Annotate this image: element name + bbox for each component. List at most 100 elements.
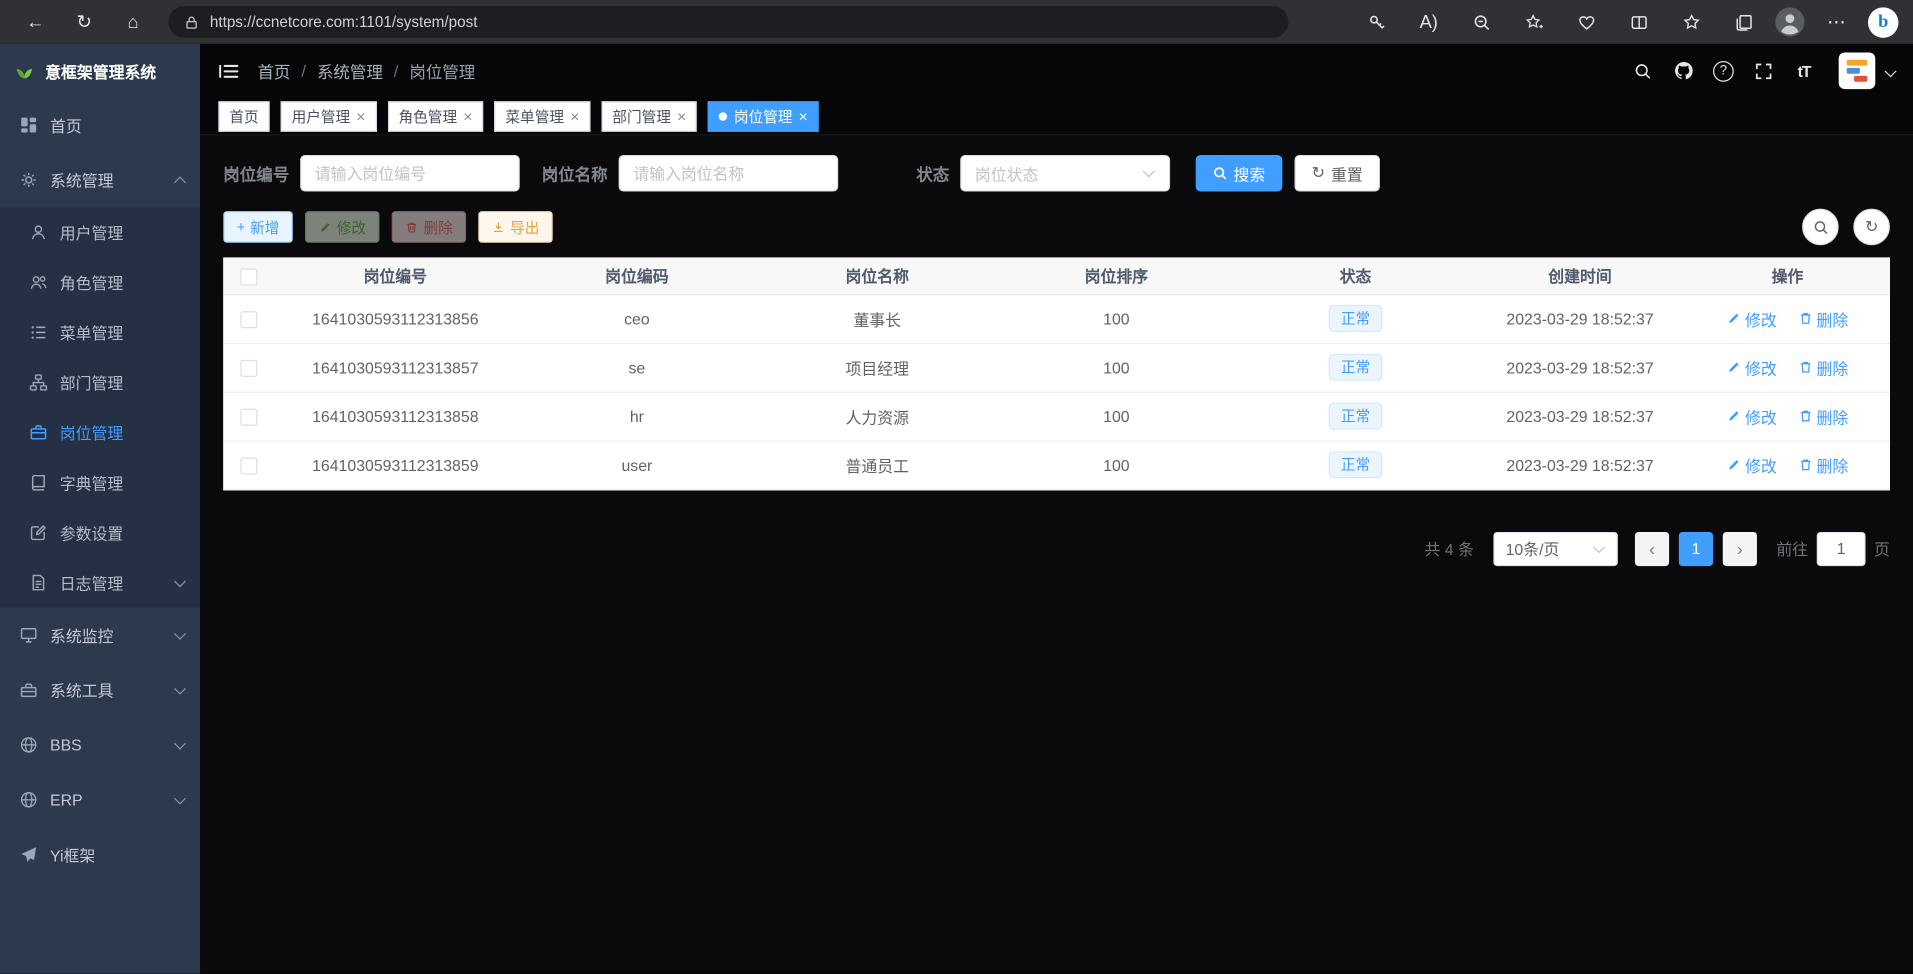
delete-button[interactable]: 删除 <box>392 211 466 243</box>
search-form: 岗位编号 岗位名称 状态 岗位状态 搜索 ↻ 重置 <box>223 155 1890 192</box>
read-aloud-icon[interactable]: A) <box>1408 5 1449 39</box>
site-lock-icon[interactable] <box>184 14 199 30</box>
row-edit-button[interactable]: 修改 <box>1727 404 1777 427</box>
tab-dept-mgmt[interactable]: 部门管理 × <box>601 101 697 132</box>
browser-address-bar[interactable]: https://ccnetcore.com:1101/system/post <box>168 6 1288 38</box>
table-row[interactable]: 1641030593112313858 hr 人力资源 100 正常 2023-… <box>223 392 1890 441</box>
sidebar-item-menu-mgmt[interactable]: 菜单管理 <box>0 307 200 357</box>
header-search-icon[interactable] <box>1625 53 1660 88</box>
page-1-button[interactable]: 1 <box>1679 531 1713 565</box>
chevron-down-icon <box>174 575 186 587</box>
sidebar-item-log-mgmt[interactable]: 日志管理 <box>0 558 200 608</box>
browser-more-menu-icon[interactable]: ⋯ <box>1816 5 1857 39</box>
row-checkbox[interactable] <box>240 360 257 377</box>
favorites-icon[interactable] <box>1670 5 1711 39</box>
export-button[interactable]: 导出 <box>478 211 552 243</box>
row-delete-button[interactable]: 删除 <box>1798 356 1848 379</box>
fullscreen-icon[interactable] <box>1746 53 1781 88</box>
gear-icon <box>20 171 38 189</box>
row-edit-button[interactable]: 修改 <box>1727 307 1777 330</box>
tab-close-icon[interactable]: × <box>463 108 472 124</box>
add-button[interactable]: + 新增 <box>223 211 293 243</box>
row-delete-button[interactable]: 删除 <box>1798 453 1848 476</box>
sidebar-item-dict-mgmt[interactable]: 字典管理 <box>0 458 200 508</box>
row-delete-button[interactable]: 删除 <box>1798 404 1848 427</box>
sidebar-fold-icon[interactable] <box>218 60 239 81</box>
browser-essentials-icon[interactable] <box>1565 5 1606 39</box>
sidebar-item-system[interactable]: 系统管理 <box>0 153 200 208</box>
pagination-goto: 前往 页 <box>1776 531 1890 565</box>
goto-page-input[interactable] <box>1817 531 1866 565</box>
sidebar-item-role-mgmt[interactable]: 角色管理 <box>0 257 200 307</box>
tab-post-mgmt[interactable]: 岗位管理 × <box>708 101 819 132</box>
page-size-select[interactable]: 10条/页 <box>1493 531 1617 565</box>
page-unit-label: 页 <box>1874 537 1890 560</box>
split-screen-icon[interactable] <box>1618 5 1659 39</box>
tab-close-icon[interactable]: × <box>677 108 686 124</box>
app-title: 意框架管理系统 <box>45 59 156 82</box>
table-row[interactable]: 1641030593112313857 se 项目经理 100 正常 2023-… <box>223 343 1890 392</box>
saved-passwords-icon[interactable] <box>1356 5 1397 39</box>
post-code-input[interactable] <box>300 155 520 192</box>
sidebar-item-param-settings[interactable]: 参数设置 <box>0 508 200 558</box>
breadcrumb-home[interactable]: 首页 <box>257 59 290 83</box>
tab-user-mgmt[interactable]: 用户管理 × <box>281 101 377 132</box>
sidebar-item-user-mgmt[interactable]: 用户管理 <box>0 207 200 257</box>
row-checkbox[interactable] <box>240 457 257 474</box>
sidebar-item-tools[interactable]: 系统工具 <box>0 663 200 718</box>
user-avatar[interactable] <box>1839 52 1876 89</box>
bing-discover-icon[interactable]: b <box>1868 7 1899 38</box>
refresh-table-button[interactable]: ↻ <box>1853 209 1890 246</box>
col-post-id: 岗位编号 <box>275 257 517 294</box>
github-icon[interactable] <box>1665 53 1700 88</box>
search-button[interactable]: 搜索 <box>1196 155 1283 192</box>
row-checkbox[interactable] <box>240 408 257 425</box>
sidebar-item-dept-mgmt[interactable]: 部门管理 <box>0 357 200 407</box>
breadcrumb-current: 岗位管理 <box>409 59 475 83</box>
chevron-down-icon <box>1143 165 1155 177</box>
edit-button[interactable]: 修改 <box>305 211 379 243</box>
status-select[interactable]: 岗位状态 <box>960 155 1170 192</box>
breadcrumb-section[interactable]: 系统管理 <box>317 59 383 83</box>
browser-refresh-button[interactable]: ↻ <box>63 5 104 39</box>
font-size-icon[interactable]: tT <box>1786 53 1821 88</box>
row-edit-button[interactable]: 修改 <box>1727 453 1777 476</box>
table-row[interactable]: 1641030593112313856 ceo 董事长 100 正常 2023-… <box>223 294 1890 343</box>
prev-page-button[interactable]: ‹ <box>1635 531 1669 565</box>
tab-role-mgmt[interactable]: 角色管理 × <box>388 101 484 132</box>
sidebar-item-bbs[interactable]: BBS <box>0 717 200 772</box>
reset-button[interactable]: ↻ 重置 <box>1295 155 1380 192</box>
profile-avatar[interactable] <box>1775 7 1804 36</box>
app-logo[interactable]: 意框架管理系统 <box>0 44 200 98</box>
avatar-caret-icon[interactable] <box>1886 60 1895 82</box>
tab-close-icon[interactable]: × <box>799 108 808 124</box>
row-checkbox[interactable] <box>240 311 257 328</box>
tab-close-icon[interactable]: × <box>356 108 365 124</box>
add-favorite-icon[interactable] <box>1513 5 1554 39</box>
col-post-code: 岗位编码 <box>516 257 758 294</box>
collections-icon[interactable] <box>1723 5 1764 39</box>
sidebar-item-yi-framework[interactable]: Yi框架 <box>0 827 200 882</box>
globe-icon <box>20 736 38 754</box>
select-all-checkbox[interactable] <box>240 268 257 285</box>
browser-home-button[interactable]: ⌂ <box>112 5 153 39</box>
tab-close-icon[interactable]: × <box>570 108 579 124</box>
pencil-icon <box>1727 311 1742 326</box>
post-name-input[interactable] <box>619 155 839 192</box>
sidebar-item-home[interactable]: 首页 <box>0 98 200 153</box>
help-icon[interactable]: ? <box>1706 53 1741 88</box>
sidebar-item-erp[interactable]: ERP <box>0 772 200 827</box>
sidebar-item-monitor[interactable]: 系统监控 <box>0 608 200 663</box>
sidebar-item-post-mgmt[interactable]: 岗位管理 <box>0 408 200 458</box>
table-row[interactable]: 1641030593112313859 user 普通员工 100 正常 202… <box>223 440 1890 489</box>
row-delete-button[interactable]: 删除 <box>1798 307 1848 330</box>
row-edit-button[interactable]: 修改 <box>1727 356 1777 379</box>
browser-back-button[interactable]: ← <box>15 5 56 39</box>
tab-home[interactable]: 首页 <box>218 101 269 132</box>
zoom-out-icon[interactable] <box>1460 5 1501 39</box>
globe-icon <box>20 791 38 809</box>
toggle-search-button[interactable] <box>1802 209 1839 246</box>
tab-menu-mgmt[interactable]: 菜单管理 × <box>494 101 590 132</box>
cell-created: 2023-03-29 18:52:37 <box>1475 440 1685 489</box>
next-page-button[interactable]: › <box>1723 531 1757 565</box>
